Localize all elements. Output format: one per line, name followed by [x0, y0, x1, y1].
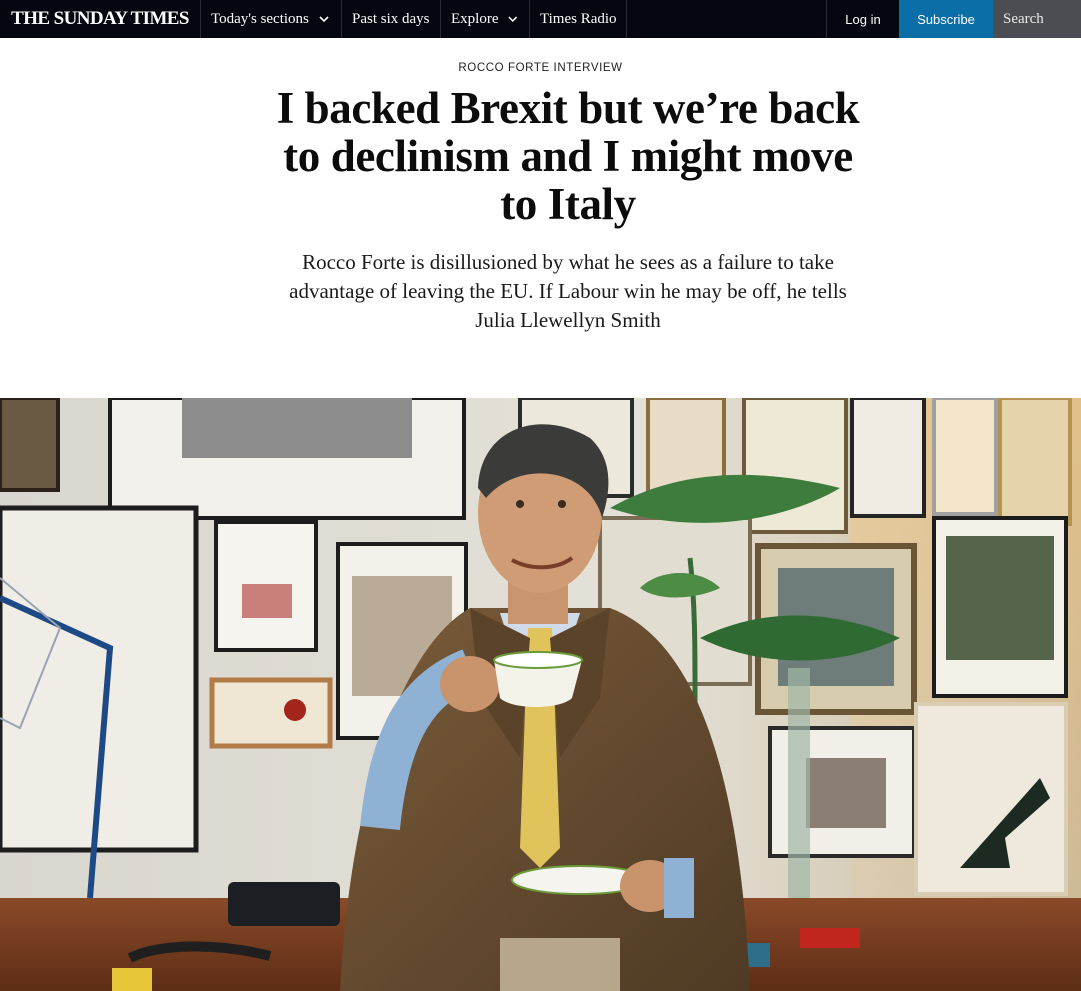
nav-past-six-days-label: Past six days	[352, 10, 430, 27]
login-button[interactable]: Log in	[826, 0, 899, 38]
subscribe-button[interactable]: Subscribe	[899, 0, 993, 38]
article-kicker[interactable]: ROCCO FORTE INTERVIEW	[0, 62, 1081, 74]
nav-times-radio[interactable]: Times Radio	[530, 0, 627, 38]
top-navigation: THE SUNDAY TIMES Today's sections Past s…	[0, 0, 1081, 38]
nav-explore[interactable]: Explore	[441, 0, 530, 38]
article-headline: I backed Brexit but we’re back to declin…	[276, 83, 860, 229]
nav-times-radio-label: Times Radio	[540, 10, 617, 27]
nav-explore-label: Explore	[451, 10, 499, 27]
search-field[interactable]: Search	[993, 0, 1081, 38]
site-logo[interactable]: THE SUNDAY TIMES	[0, 0, 201, 38]
hero-image	[0, 398, 1081, 991]
nav-todays-sections[interactable]: Today's sections	[201, 0, 342, 38]
chevron-down-icon	[508, 16, 518, 23]
hero-photo-illustration	[0, 398, 1081, 991]
nav-todays-sections-label: Today's sections	[211, 10, 309, 27]
nav-past-six-days[interactable]: Past six days	[342, 0, 441, 38]
chevron-down-icon	[319, 16, 329, 23]
article-standfirst: Rocco Forte is disillusioned by what he …	[289, 250, 847, 332]
